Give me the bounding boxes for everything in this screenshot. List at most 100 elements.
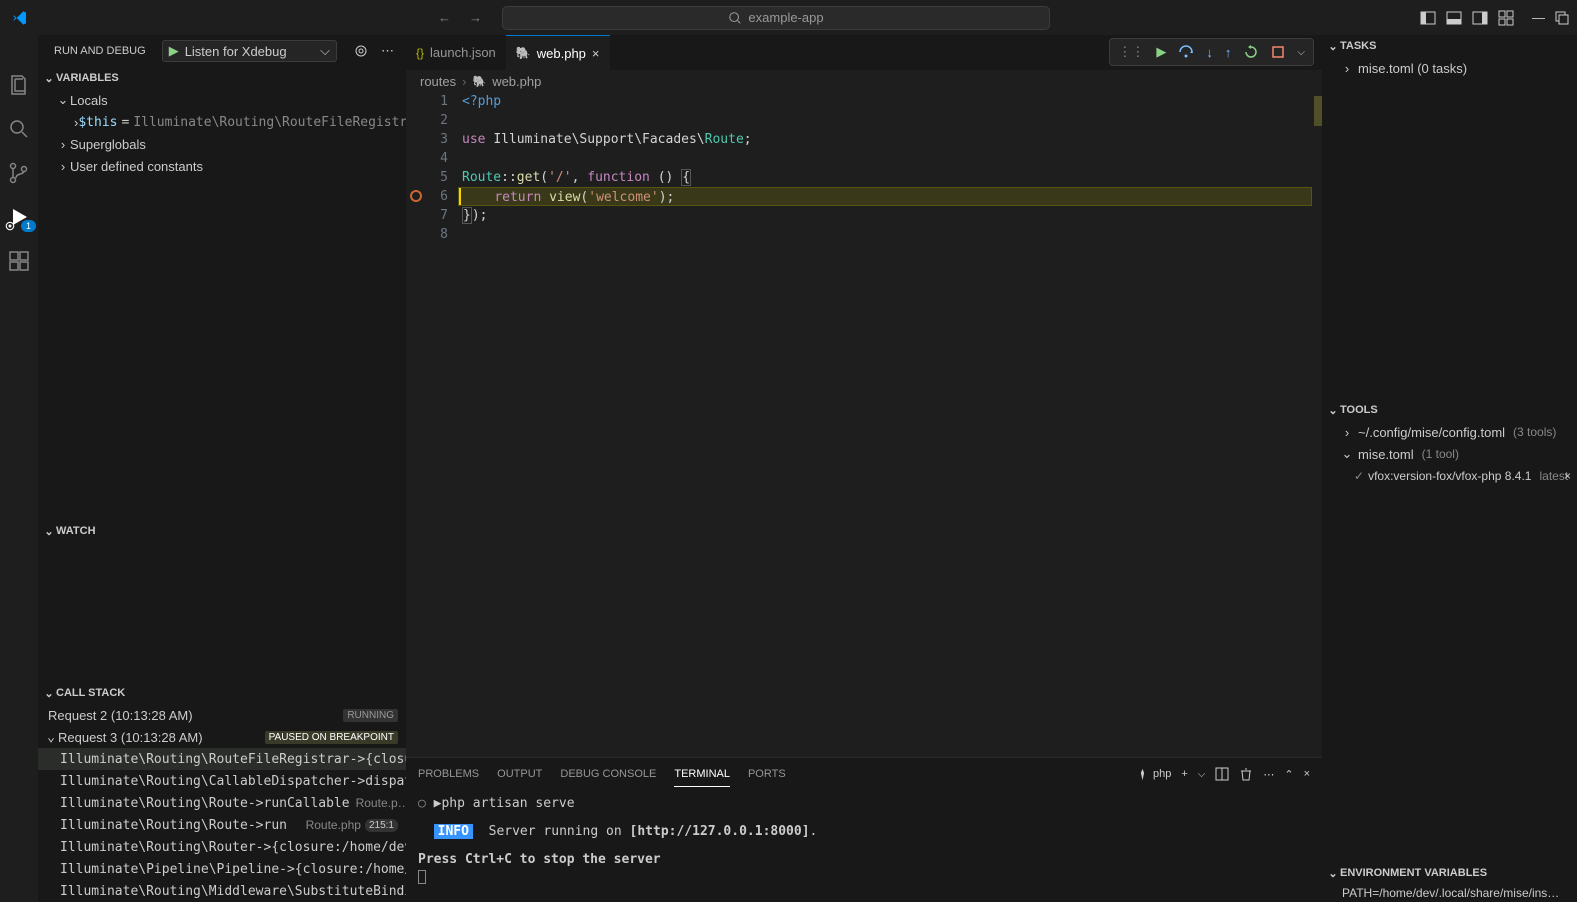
step-over-button[interactable] <box>1178 44 1194 60</box>
breadcrumb[interactable]: routes › 🐘 web.php <box>406 70 1322 92</box>
terminal-shell-selector[interactable]: php <box>1136 768 1171 781</box>
maximize-icon[interactable] <box>1555 11 1569 25</box>
editor-area: {} launch.json 🐘 web.php × ⋮⋮ ▶ ↓ ↑ ⌵ ⋯ <box>406 35 1322 902</box>
activity-run-debug[interactable]: 1 <box>7 205 31 229</box>
callstack-request-2[interactable]: Request 2 (10:13:28 AM) RUNNING <box>38 704 406 726</box>
stack-frame-6[interactable]: Illuminate\Routing\Middleware\Substitute… <box>38 880 406 902</box>
tab-label: web.php <box>537 46 586 61</box>
frame-text: Illuminate\Routing\Route->run <box>60 818 287 833</box>
step-into-button[interactable]: ↓ <box>1206 45 1213 60</box>
panel-tab-output[interactable]: OUTPUT <box>497 762 542 786</box>
activity-search[interactable] <box>7 117 31 141</box>
breadcrumb-routes[interactable]: routes <box>420 74 456 89</box>
code-editor[interactable]: 12345 6 78 <?php use Illuminate\Support\… <box>406 92 1322 757</box>
terminal-body[interactable]: ○ ▶php artisan serve INFO Server running… <box>406 790 1322 902</box>
tab-web-php[interactable]: 🐘 web.php × <box>506 35 610 70</box>
panel-tab-terminal[interactable]: TERMINAL <box>674 762 730 787</box>
terminal-msg: Server running on <box>489 824 622 839</box>
split-terminal-icon[interactable] <box>1215 767 1229 781</box>
files-icon <box>7 73 31 97</box>
stack-frame-0[interactable]: Illuminate\Routing\RouteFileRegistrar->{… <box>38 748 406 770</box>
activity-extensions[interactable] <box>7 249 31 273</box>
breadcrumb-file[interactable]: web.php <box>492 74 541 89</box>
tab-label: launch.json <box>430 45 496 60</box>
tasks-item[interactable]: › mise.toml (0 tasks) <box>1322 57 1577 79</box>
superglobals-item[interactable]: › Superglobals <box>38 133 406 155</box>
panel-tab-debug-console[interactable]: DEBUG CONSOLE <box>560 762 656 786</box>
drag-handle-icon[interactable]: ⋮⋮ <box>1118 44 1144 60</box>
var-value: Illuminate\Routing\RouteFileRegistrar <box>133 115 406 130</box>
tab-launch-json[interactable]: {} launch.json <box>406 35 506 70</box>
terminal-cursor <box>418 870 426 884</box>
tool2-label: mise.toml <box>1358 447 1414 462</box>
callstack-request-3[interactable]: ⌄ Request 3 (10:13:28 AM) PAUSED ON BREA… <box>38 726 406 748</box>
right-sidebar: ⌄ TASKS › mise.toml (0 tasks) ⌄ TOOLS › … <box>1322 35 1577 902</box>
more-icon[interactable]: ⋯ <box>381 43 394 59</box>
rocket-icon <box>1136 768 1149 781</box>
stop-button[interactable] <box>1271 45 1285 59</box>
variables-header[interactable]: ⌄ VARIABLES <box>38 67 406 89</box>
stack-frame-4[interactable]: Illuminate\Routing\Router->{closure:/hom… <box>38 836 406 858</box>
layout-sidebar-left-icon[interactable] <box>1420 10 1436 26</box>
command-center[interactable]: example-app <box>502 6 1050 30</box>
activity-source-control[interactable] <box>7 161 31 185</box>
code-token: <?php <box>462 94 501 109</box>
locals-item[interactable]: ⌄ Locals <box>38 89 406 111</box>
watch-header[interactable]: ⌄ WATCH <box>38 520 406 542</box>
extensions-icon <box>7 249 31 273</box>
chevron-right-icon: › <box>462 74 466 89</box>
minimize-icon[interactable]: — <box>1532 10 1545 25</box>
stack-frame-1[interactable]: Illuminate\Routing\CallableDispatcher->d… <box>38 770 406 792</box>
close-icon[interactable]: × <box>592 46 600 61</box>
stack-frame-2[interactable]: Illuminate\Routing\Route->runCallable Ro… <box>38 792 406 814</box>
debug-config-selector[interactable]: ▶ Listen for Xdebug ⌵ <box>162 40 337 62</box>
close-icon[interactable]: × <box>1304 768 1310 780</box>
frame-text: Illuminate\Pipeline\Pipeline->{closure:/… <box>60 862 406 877</box>
activity-explorer[interactable] <box>7 73 31 97</box>
chevron-down-icon[interactable]: ⌵ <box>1198 769 1206 780</box>
breakpoint-icon[interactable] <box>410 190 422 202</box>
callstack-header[interactable]: ⌄ CALL STACK <box>38 682 406 704</box>
tool-version-item[interactable]: ✓ vfox:version-fox/vfox-php 8.4.1 latest… <box>1322 465 1577 487</box>
gear-icon[interactable] <box>353 43 369 59</box>
variable-this[interactable]: › $this = Illuminate\Routing\RouteFileRe… <box>38 111 406 133</box>
chevron-right-icon: › <box>1340 425 1354 440</box>
tab-bar: {} launch.json 🐘 web.php × ⋮⋮ ▶ ↓ ↑ ⌵ ⋯ <box>406 35 1322 70</box>
trash-icon[interactable] <box>1239 767 1253 781</box>
step-out-button[interactable]: ↑ <box>1225 45 1232 60</box>
minimap[interactable] <box>1312 92 1322 757</box>
tool-mise-item[interactable]: ⌄ mise.toml (1 tool) <box>1322 443 1577 465</box>
restart-button[interactable] <box>1243 44 1259 60</box>
nav-back-icon[interactable]: ← <box>438 10 451 25</box>
more-icon[interactable]: ⋯ <box>1263 768 1274 781</box>
stack-frame-3[interactable]: Illuminate\Routing\Route->run Route.php … <box>38 814 406 836</box>
stack-frame-5[interactable]: Illuminate\Pipeline\Pipeline->{closure:/… <box>38 858 406 880</box>
env-var-item[interactable]: PATH=/home/dev/.local/share/mise/ins… <box>1322 884 1577 902</box>
code-content[interactable]: <?php use Illuminate\Support\Facades\Rou… <box>458 92 1312 757</box>
layout-customize-icon[interactable] <box>1498 10 1514 26</box>
chevron-down-icon: ⌄ <box>1326 404 1340 417</box>
frame-line: 215:1 <box>365 819 398 832</box>
tools-header[interactable]: ⌄ TOOLS <box>1322 399 1577 421</box>
user-constants-item[interactable]: › User defined constants <box>38 155 406 177</box>
env-header[interactable]: ⌄ ENVIRONMENT VARIABLES <box>1322 862 1577 884</box>
req2-status: RUNNING <box>343 709 398 722</box>
chevron-down-icon: ⌄ <box>42 525 56 538</box>
panel-tab-problems[interactable]: PROBLEMS <box>418 762 479 786</box>
code-token: function <box>587 170 650 185</box>
gear-overlay-icon <box>4 220 16 232</box>
tool1-count: (3 tools) <box>1513 425 1556 439</box>
tasks-header[interactable]: ⌄ TASKS <box>1322 35 1577 57</box>
tool-config-item[interactable]: › ~/.config/mise/config.toml (3 tools) <box>1322 421 1577 443</box>
chevron-up-icon[interactable]: ⌃ <box>1284 768 1293 781</box>
new-terminal-icon[interactable]: + <box>1181 768 1187 780</box>
nav-forward-icon[interactable]: → <box>469 10 482 25</box>
continue-button[interactable]: ▶ <box>1156 44 1166 60</box>
chevron-right-icon: › <box>56 159 70 174</box>
chevron-down-icon[interactable]: ⌵ <box>1297 47 1305 58</box>
layout-panel-icon[interactable] <box>1446 10 1462 26</box>
panel-tab-ports[interactable]: PORTS <box>748 762 786 786</box>
close-icon[interactable]: × <box>1564 469 1571 483</box>
superglobals-label: Superglobals <box>70 137 146 152</box>
layout-sidebar-right-icon[interactable] <box>1472 10 1488 26</box>
